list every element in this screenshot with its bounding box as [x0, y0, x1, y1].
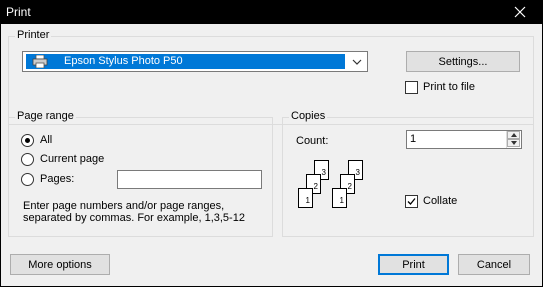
collate-page: 1: [332, 188, 347, 208]
page-range-pages-radio[interactable]: [21, 173, 34, 186]
close-icon: [514, 6, 526, 18]
printer-select-value: Epson Stylus Photo P50: [26, 54, 345, 69]
copies-group-label: Copies: [289, 110, 328, 122]
checkmark-icon: [407, 198, 416, 205]
collate-page: 1: [298, 188, 313, 208]
count-label: Count:: [296, 135, 329, 147]
count-spinner[interactable]: [506, 131, 520, 148]
window-title: Print: [6, 5, 31, 19]
printer-group-label: Printer: [15, 29, 52, 41]
more-options-button-label: More options: [28, 258, 92, 271]
title-bar: Print: [0, 0, 543, 24]
chevron-down-icon[interactable]: [349, 54, 365, 69]
printer-icon: [32, 55, 48, 68]
dialog-body: Printer Epson Stylus Photo P50 Settings.…: [1, 24, 542, 286]
print-button-label: Print: [402, 258, 425, 271]
spin-down-icon[interactable]: [507, 139, 520, 147]
collate-label: Collate: [423, 195, 458, 207]
page-range-current-label: Current page: [40, 153, 105, 165]
print-to-file-checkbox[interactable]: [405, 81, 418, 94]
page-range-all-radio[interactable]: [21, 134, 34, 147]
spin-up-icon[interactable]: [507, 131, 520, 139]
page-range-hint-line1: Enter page numbers and/or page ranges,: [23, 200, 225, 212]
page-range-all-label: All: [40, 134, 53, 146]
settings-button-label: Settings...: [438, 55, 488, 68]
print-button[interactable]: Print: [378, 254, 449, 275]
count-input[interactable]: 1: [406, 130, 522, 149]
more-options-button[interactable]: More options: [10, 254, 110, 275]
collate-checkbox[interactable]: [405, 195, 418, 208]
settings-button[interactable]: Settings...: [406, 51, 520, 72]
cancel-button[interactable]: Cancel: [458, 254, 530, 275]
page-range-current-radio[interactable]: [21, 153, 34, 166]
page-range-hint-line2: separated by commas. For example, 1,3,5-…: [23, 212, 245, 224]
page-range-group-label: Page range: [15, 110, 76, 122]
page-range-pages-label: Pages:: [40, 173, 75, 185]
close-button[interactable]: [497, 0, 543, 24]
pages-input[interactable]: [117, 170, 262, 189]
cancel-button-label: Cancel: [476, 258, 512, 271]
print-to-file-label: Print to file: [423, 81, 475, 93]
printer-select[interactable]: Epson Stylus Photo P50: [22, 51, 368, 72]
printer-name: Epson Stylus Photo P50: [64, 55, 183, 67]
